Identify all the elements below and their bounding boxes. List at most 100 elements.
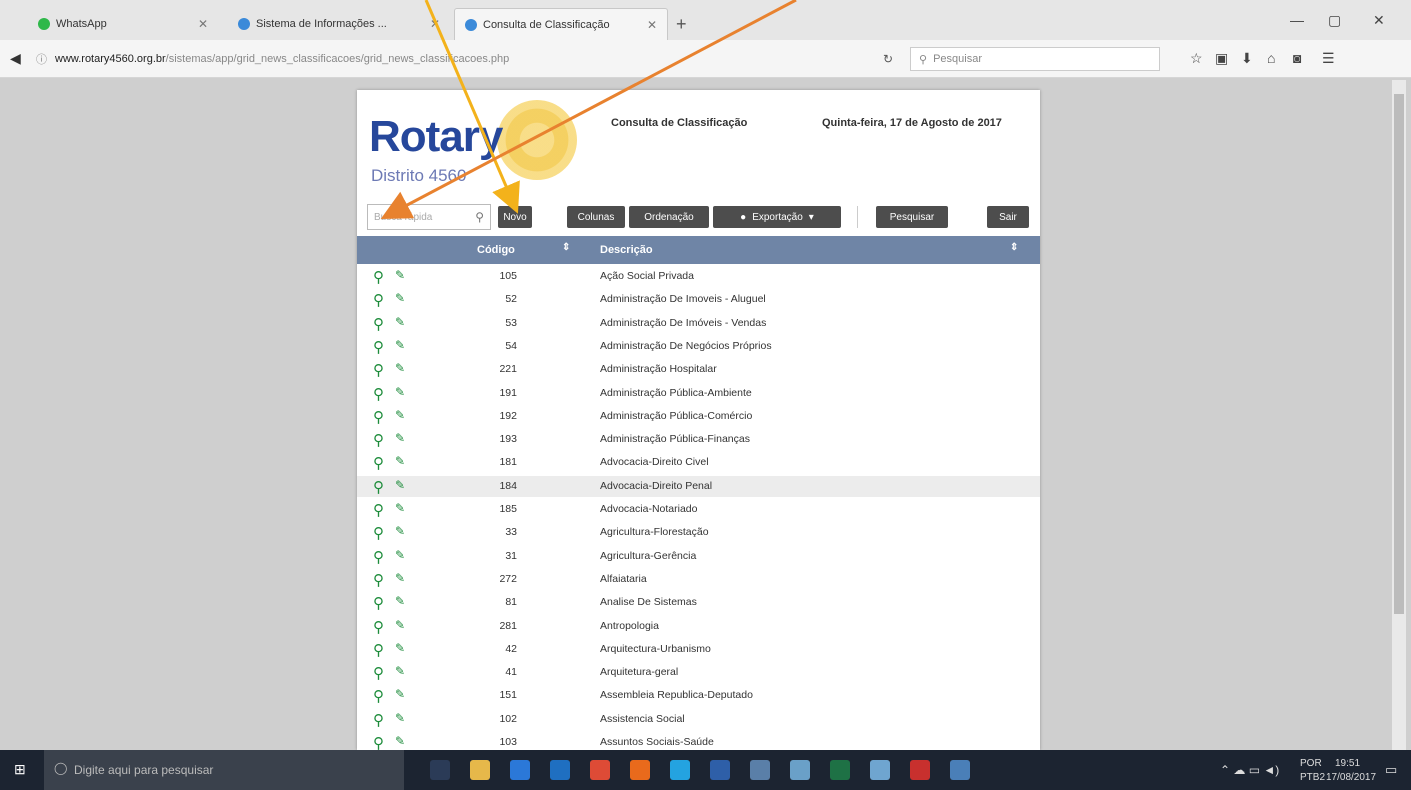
outlook-icon[interactable]	[550, 760, 570, 780]
ordenacao-button[interactable]: Ordenação	[629, 206, 709, 228]
edit-pencil-icon[interactable]: ✎	[395, 501, 405, 515]
download-icon[interactable]: ⬇	[1241, 50, 1253, 67]
new-tab-icon[interactable]: +	[676, 14, 687, 35]
magnify-icon[interactable]: ⚲	[373, 501, 384, 519]
sort-icon[interactable]: ⇕	[1010, 242, 1018, 253]
magnify-icon[interactable]: ⚲	[373, 478, 384, 496]
magnify-icon[interactable]: ⚲	[373, 524, 384, 542]
table-row[interactable]: ⚲ ✎ 184 Advocacia-Direito Penal	[357, 475, 1040, 497]
windows-start-icon[interactable]: ⊞	[14, 761, 26, 778]
clock-date[interactable]: 17/08/2017	[1326, 772, 1376, 783]
edit-pencil-icon[interactable]: ✎	[395, 431, 405, 445]
table-row[interactable]: ⚲ ✎ 272 Alfaiataria	[357, 569, 1040, 590]
magnify-icon[interactable]: ⚲	[373, 571, 384, 589]
sort-icon[interactable]: ⇕	[562, 242, 570, 253]
table-row[interactable]: ⚲ ✎ 221 Administração Hospitalar	[357, 359, 1040, 380]
column-header-description[interactable]: Descrição	[600, 244, 653, 256]
excel-icon[interactable]	[830, 760, 850, 780]
tab-sistema[interactable]: Sistema de Informações ... ✕	[228, 8, 450, 40]
reload-icon[interactable]: ↻	[883, 52, 893, 66]
edit-pencil-icon[interactable]: ✎	[395, 734, 405, 748]
table-row[interactable]: ⚲ ✎ 185 Advocacia-Notariado	[357, 499, 1040, 520]
table-row[interactable]: ⚲ ✎ 53 Administração De Imóveis - Vendas	[357, 313, 1040, 334]
edit-pencil-icon[interactable]: ✎	[395, 338, 405, 352]
table-row[interactable]: ⚲ ✎ 31 Agricultura-Gerência	[357, 546, 1040, 567]
edit-pencil-icon[interactable]: ✎	[395, 548, 405, 562]
minimize-icon[interactable]: —	[1290, 12, 1304, 28]
browser-search-box[interactable]: ⚲ Pesquisar	[910, 47, 1160, 71]
firefox-icon[interactable]	[630, 760, 650, 780]
magnify-icon[interactable]: ⚲	[373, 361, 384, 379]
magnify-icon[interactable]: ⚲	[373, 291, 384, 309]
word-icon[interactable]	[710, 760, 730, 780]
magnify-icon[interactable]: ⚲	[373, 315, 384, 333]
app-icon[interactable]	[750, 760, 770, 780]
edit-pencil-icon[interactable]: ✎	[395, 361, 405, 375]
address-bar[interactable]: ⓘ www.rotary4560.org.br/sistemas/app/gri…	[26, 48, 956, 70]
search-icon[interactable]: ⚲	[475, 210, 484, 224]
table-row[interactable]: ⚲ ✎ 33 Agricultura-Florestação	[357, 522, 1040, 543]
pocket-icon[interactable]: ◙	[1293, 50, 1301, 66]
edit-pencil-icon[interactable]: ✎	[395, 454, 405, 468]
magnify-icon[interactable]: ⚲	[373, 338, 384, 356]
taskbar-search[interactable]: ◯ Digite aqui para pesquisar	[44, 750, 404, 790]
maximize-icon[interactable]: ▢	[1328, 12, 1341, 29]
table-row[interactable]: ⚲ ✎ 192 Administração Pública-Comércio	[357, 406, 1040, 427]
edit-pencil-icon[interactable]: ✎	[395, 571, 405, 585]
tray-icons[interactable]: ⌃ ☁ ▭ ◄)	[1220, 763, 1279, 777]
edit-pencil-icon[interactable]: ✎	[395, 664, 405, 678]
magnify-icon[interactable]: ⚲	[373, 454, 384, 472]
app-icon[interactable]	[790, 760, 810, 780]
magnify-icon[interactable]: ⚲	[373, 641, 384, 659]
novo-button[interactable]: Novo	[498, 206, 532, 228]
app-icon[interactable]	[950, 760, 970, 780]
magnify-icon[interactable]: ⚲	[373, 618, 384, 636]
close-icon[interactable]: ✕	[647, 18, 657, 32]
home-icon[interactable]: ⌂	[1267, 50, 1275, 66]
table-row[interactable]: ⚲ ✎ 181 Advocacia-Direito Civel	[357, 452, 1040, 473]
skype-icon[interactable]	[670, 760, 690, 780]
pesquisar-button[interactable]: Pesquisar	[876, 206, 948, 228]
magnify-icon[interactable]: ⚲	[373, 268, 384, 286]
quick-search-input[interactable]: Busca rápida ⚲	[367, 204, 491, 230]
table-row[interactable]: ⚲ ✎ 81 Analise De Sistemas	[357, 592, 1040, 613]
edit-pencil-icon[interactable]: ✎	[395, 291, 405, 305]
keyboard-layout[interactable]: PTB2	[1300, 772, 1325, 783]
colunas-button[interactable]: Colunas	[567, 206, 625, 228]
table-row[interactable]: ⚲ ✎ 54 Administração De Negócios Próprios	[357, 336, 1040, 357]
magnify-icon[interactable]: ⚲	[373, 594, 384, 612]
filezilla-icon[interactable]	[910, 760, 930, 780]
table-row[interactable]: ⚲ ✎ 42 Arquitectura-Urbanismo	[357, 639, 1040, 660]
table-row[interactable]: ⚲ ✎ 102 Assistencia Social	[357, 709, 1040, 730]
edit-pencil-icon[interactable]: ✎	[395, 385, 405, 399]
exportacao-button[interactable]: ● Exportação ▾	[713, 206, 841, 228]
snipping-tool-icon[interactable]	[870, 760, 890, 780]
table-row[interactable]: ⚲ ✎ 151 Assembleia Republica-Deputado	[357, 685, 1040, 706]
magnify-icon[interactable]: ⚲	[373, 711, 384, 729]
page-scrollbar[interactable]	[1392, 80, 1406, 750]
table-row[interactable]: ⚲ ✎ 105 Ação Social Privada	[357, 266, 1040, 287]
magnify-icon[interactable]: ⚲	[373, 408, 384, 426]
language-code[interactable]: POR	[1300, 758, 1322, 769]
notification-icon[interactable]: ▭	[1385, 762, 1397, 778]
edit-pencil-icon[interactable]: ✎	[395, 711, 405, 725]
menu-icon[interactable]: ☰	[1322, 50, 1335, 67]
task-view-icon[interactable]	[430, 760, 450, 780]
edit-pencil-icon[interactable]: ✎	[395, 687, 405, 701]
bookmark-star-icon[interactable]: ☆	[1190, 50, 1203, 67]
magnify-icon[interactable]: ⚲	[373, 431, 384, 449]
scrollbar-thumb[interactable]	[1394, 94, 1404, 614]
magnify-icon[interactable]: ⚲	[373, 548, 384, 566]
edge-icon[interactable]	[510, 760, 530, 780]
window-close-icon[interactable]: ✕	[1373, 12, 1385, 29]
clock-time[interactable]: 19:51	[1335, 758, 1360, 769]
edit-pencil-icon[interactable]: ✎	[395, 641, 405, 655]
explorer-icon[interactable]	[470, 760, 490, 780]
close-icon[interactable]: ✕	[198, 17, 208, 31]
tab-consulta[interactable]: Consulta de Classificação ✕	[454, 8, 668, 40]
table-row[interactable]: ⚲ ✎ 52 Administração De Imoveis - Aluguel	[357, 289, 1040, 310]
table-row[interactable]: ⚲ ✎ 281 Antropologia	[357, 616, 1040, 637]
edit-pencil-icon[interactable]: ✎	[395, 408, 405, 422]
table-row[interactable]: ⚲ ✎ 103 Assuntos Sociais-Saúde	[357, 732, 1040, 750]
table-row[interactable]: ⚲ ✎ 41 Arquitetura-geral	[357, 662, 1040, 683]
